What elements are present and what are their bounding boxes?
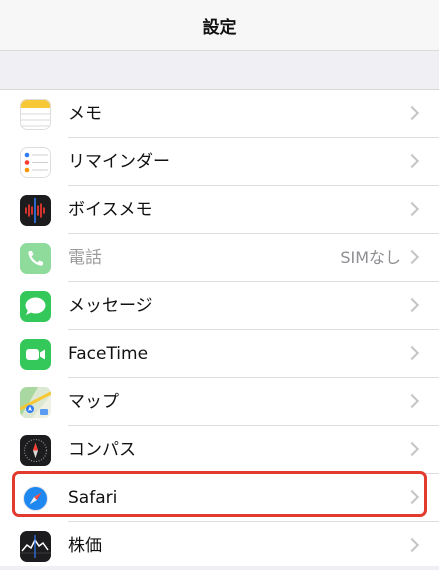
chevron-right-icon [404, 537, 420, 553]
chevron-right-icon [404, 441, 420, 457]
settings-row-label: コンパス [68, 440, 136, 460]
chevron-right-icon [404, 393, 420, 409]
settings-row-label: メモ [68, 104, 102, 124]
stocks-icon [20, 531, 51, 562]
facetime-icon [20, 339, 51, 370]
chevron-right-icon [404, 345, 420, 361]
maps-icon [20, 387, 51, 418]
chevron-right-icon [404, 297, 420, 313]
settings-row-label: 株価 [68, 536, 102, 556]
settings-row-label: メッセージ [68, 296, 153, 316]
notes-icon [20, 99, 51, 130]
settings-row-maps[interactable]: マップ [0, 378, 439, 426]
settings-row-label: FaceTime [68, 344, 149, 364]
settings-row-facetime[interactable]: FaceTime [0, 330, 439, 378]
chevron-right-icon [404, 105, 420, 121]
reminders-icon [20, 147, 51, 178]
settings-row-notes[interactable]: メモ [0, 90, 439, 138]
phone-icon [20, 243, 51, 274]
settings-row-label: リマインダー [68, 152, 170, 172]
compass-icon [20, 435, 51, 466]
settings-row-label: マップ [68, 392, 119, 412]
chevron-right-icon [404, 201, 420, 217]
navigation-bar: 設定 [0, 0, 439, 51]
settings-row-stocks[interactable]: 株価 [0, 522, 439, 570]
messages-icon [20, 291, 51, 322]
settings-row-compass[interactable]: コンパス [0, 426, 439, 474]
chevron-right-icon [404, 153, 420, 169]
settings-row-phone[interactable]: 電話 SIMなし [0, 234, 439, 282]
settings-row-reminders[interactable]: リマインダー [0, 138, 439, 186]
settings-row-label: ボイスメモ [68, 200, 153, 220]
settings-row-voice-memos[interactable]: ボイスメモ [0, 186, 439, 234]
settings-row-messages[interactable]: メッセージ [0, 282, 439, 330]
settings-row-label: 電話 [68, 248, 102, 268]
row-detail-value: SIMなし [340, 248, 401, 267]
page-title: 設定 [202, 17, 237, 38]
voice-memos-icon [20, 195, 51, 226]
safari-highlight-box [12, 471, 427, 517]
chevron-right-icon [404, 249, 420, 265]
